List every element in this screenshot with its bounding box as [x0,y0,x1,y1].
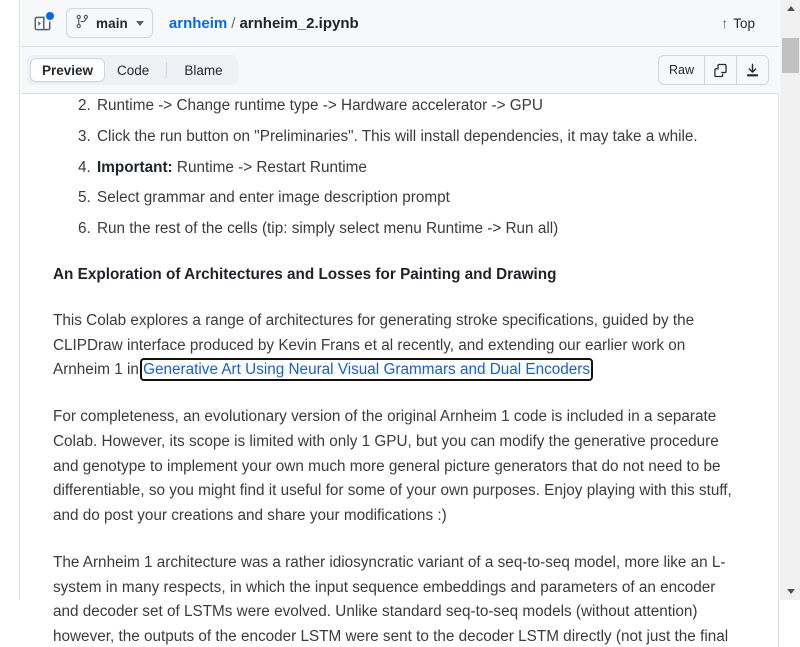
copy-raw-content-button[interactable] [705,56,737,84]
list-item: Runtime -> Change runtime type -> Hardwa… [95,94,738,119]
scrollbar-thumb[interactable] [782,38,799,73]
download-raw-file-button[interactable] [737,56,768,84]
notification-dot-icon [46,12,54,20]
step-bold-prefix: Important: [97,158,173,176]
paragraph-completeness: For completeness, an evolutionary versio… [53,408,732,525]
branch-selector-button[interactable]: main [66,8,153,38]
breadcrumb-separator: / [231,14,236,32]
scroll-to-top-label: Top [733,15,755,31]
tab-blame[interactable]: Blame [172,58,234,82]
tab-code[interactable]: Code [105,58,161,82]
raw-button[interactable]: Raw [658,56,705,84]
step-text: Run the rest of the cells (tip: simply s… [97,220,559,238]
triangle-up-icon [786,6,795,11]
step-text: Runtime -> Restart Runtime [176,158,367,176]
file-actions-group: Raw [657,55,769,85]
chevron-down-icon [135,20,144,26]
arrow-up-icon: ↑ [721,15,729,31]
list-item: Run the rest of the cells (tip: simply s… [95,217,738,242]
git-branch-icon [75,14,90,32]
scrollbar-down-arrow-button[interactable] [780,583,800,600]
breadcrumb-repo-link[interactable]: arnheim [169,15,227,32]
file-viewer-page: main arnheim / arnheim_2.ipynb ↑ Top Pre… [0,0,800,647]
list-item: Select grammar and enter image descripti… [95,186,738,211]
step-text: Click the run button on "Preliminaries".… [97,127,698,145]
file-header: main arnheim / arnheim_2.ipynb ↑ Top [21,0,779,47]
scroll-to-top-button[interactable]: ↑ Top [713,12,763,35]
tab-divider [166,62,168,78]
step-text: Runtime -> Change runtime type -> Hardwa… [97,97,543,114]
branch-name-label: main [96,15,128,31]
tab-preview[interactable]: Preview [30,58,106,82]
list-item: Click the run button on "Preliminaries".… [95,125,738,150]
page-scrollbar[interactable] [779,0,800,600]
side-panel-toggle-button[interactable] [27,9,57,37]
paragraph-architecture: The Arnheim 1 architecture was a rather … [53,553,729,646]
section-heading: An Exploration of Architectures and Loss… [53,265,557,283]
breadcrumb: arnheim / arnheim_2.ipynb [169,15,359,32]
file-content-panel: Runtime -> Change runtime type -> Hardwa… [21,94,779,647]
setup-steps-list: Runtime -> Change runtime type -> Hardwa… [53,94,738,242]
generative-art-paper-link[interactable]: Generative Art Using Neural Visual Gramm… [140,358,594,382]
main-column: main arnheim / arnheim_2.ipynb ↑ Top Pre… [21,0,779,647]
left-gutter [0,0,20,600]
breadcrumb-file-name: arnheim_2.ipynb [239,14,359,32]
paragraph-intro: This Colab explores a range of architect… [53,309,738,383]
scrollbar-up-arrow-button[interactable] [780,0,800,17]
triangle-down-icon [786,589,795,594]
view-tabs: Preview Code Blame [27,55,238,85]
download-icon [745,63,760,78]
step-text: Select grammar and enter image descripti… [97,189,450,207]
list-item: Important: Runtime -> Restart Runtime [95,156,738,181]
copy-icon [713,63,728,78]
notebook-markdown-body: Runtime -> Change runtime type -> Hardwa… [21,94,778,647]
file-toolbar: Preview Code Blame Raw [21,47,779,94]
